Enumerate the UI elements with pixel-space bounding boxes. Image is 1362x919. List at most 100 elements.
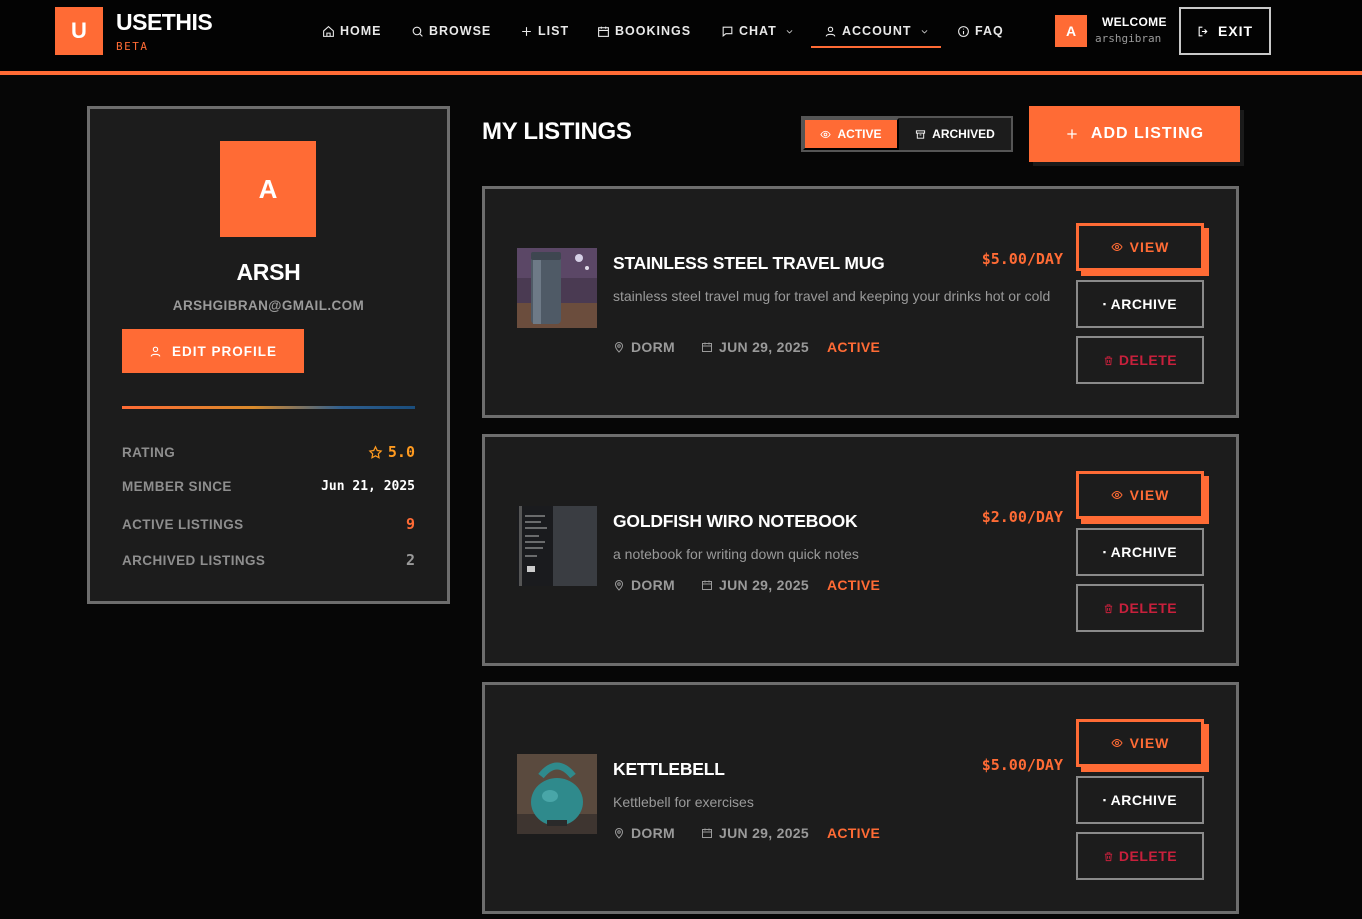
- user-icon: [150, 346, 161, 357]
- nav-browse[interactable]: BROWSE: [411, 0, 491, 62]
- username-text: arshgibran: [1095, 32, 1162, 45]
- nav-home[interactable]: HOME: [322, 0, 382, 62]
- delete-button[interactable]: DELETE: [1076, 832, 1204, 880]
- listing-meta: DORM JUN 29, 2025 ACTIVE: [613, 825, 880, 841]
- listing-thumbnail[interactable]: [517, 754, 597, 834]
- listing-date: JUN 29, 2025: [718, 577, 809, 593]
- map-pin-icon: [614, 580, 624, 591]
- archive-button[interactable]: ▪ ARCHIVE: [1076, 528, 1204, 576]
- eye-icon: [820, 130, 832, 138]
- top-navigation-bar: U USETHIS BETA HOME BROWSE LIST BOOKINGS…: [0, 0, 1362, 72]
- listing-price: $2.00/DAY: [981, 508, 1063, 526]
- listing-status: ACTIVE: [826, 825, 881, 841]
- listing-filter-toggle: ACTIVE ARCHIVED: [801, 116, 1013, 152]
- listing-status: ACTIVE: [826, 577, 881, 593]
- logo-mark[interactable]: U: [55, 7, 103, 55]
- nav-list-label: LIST: [538, 24, 570, 38]
- map-pin-icon: [614, 342, 624, 353]
- listing-thumbnail[interactable]: [517, 506, 597, 586]
- listing-status: ACTIVE: [826, 339, 881, 355]
- nav-bookings[interactable]: BOOKINGS: [597, 0, 691, 62]
- listing-description: Kettlebell for exercises: [613, 794, 754, 810]
- listing-price: $5.00/DAY: [981, 250, 1063, 268]
- nav-faq[interactable]: FAQ: [957, 0, 1004, 62]
- view-label: VIEW: [1129, 487, 1170, 503]
- user-icon: [825, 26, 836, 37]
- header-accent-line: [0, 71, 1362, 75]
- info-icon: [958, 25, 969, 37]
- delete-button[interactable]: DELETE: [1076, 584, 1204, 632]
- delete-button[interactable]: DELETE: [1076, 336, 1204, 384]
- kettlebell-photo: [517, 754, 597, 834]
- nav-bookings-label: BOOKINGS: [615, 24, 692, 38]
- welcome-text: WELCOME: [1102, 15, 1167, 29]
- filter-active-label: ACTIVE: [837, 127, 882, 141]
- calendar-icon: [598, 26, 609, 37]
- stat-member-since: MEMBER SINCE Jun 21, 2025: [122, 479, 415, 494]
- exit-label: EXIT: [1217, 23, 1254, 39]
- nav-account[interactable]: ACCOUNT: [811, 0, 941, 62]
- archive-button[interactable]: ▪ ARCHIVE: [1076, 280, 1204, 328]
- archive-button[interactable]: ▪ ARCHIVE: [1076, 776, 1204, 824]
- star-icon: [368, 444, 383, 459]
- eye-icon: [1111, 242, 1123, 252]
- archive-label: ARCHIVE: [1110, 544, 1178, 560]
- brand-name[interactable]: USETHIS: [116, 9, 213, 36]
- nav-home-label: HOME: [340, 24, 382, 38]
- stat-label: ARCHIVED LISTINGS: [122, 552, 266, 568]
- nav-chat[interactable]: CHAT: [721, 0, 794, 62]
- listing-description: stainless steel travel mug for travel an…: [613, 288, 1051, 304]
- stat-value: 5.0: [368, 443, 415, 461]
- profile-card: A ARSH ARSHGIBRAN@GMAIL.COM EDIT PROFILE…: [87, 106, 450, 604]
- stat-archived-listings: ARCHIVED LISTINGS 2: [122, 551, 415, 569]
- filter-active-button[interactable]: ACTIVE: [803, 118, 899, 150]
- view-button[interactable]: VIEW: [1076, 223, 1204, 271]
- archive-label: ARCHIVE: [1110, 792, 1178, 808]
- stat-value: 2: [405, 551, 415, 569]
- archive-icon: ▪: [1102, 547, 1107, 557]
- calendar-icon: [701, 828, 712, 838]
- stat-label: MEMBER SINCE: [122, 479, 232, 494]
- trash-icon: [1104, 603, 1113, 613]
- delete-label: DELETE: [1118, 352, 1178, 368]
- profile-email: ARSHGIBRAN@GMAIL.COM: [172, 298, 365, 313]
- listing-meta: DORM JUN 29, 2025 ACTIVE: [613, 577, 880, 593]
- listing-thumbnail[interactable]: [517, 248, 597, 328]
- filter-archived-button[interactable]: ARCHIVED: [899, 118, 1011, 150]
- calendar-icon: [701, 342, 712, 352]
- view-button[interactable]: VIEW: [1076, 719, 1204, 767]
- profile-name: ARSH: [236, 259, 301, 285]
- listing-title[interactable]: KETTLEBELL: [613, 759, 725, 780]
- exit-button[interactable]: EXIT: [1179, 7, 1271, 55]
- home-icon: [323, 25, 334, 37]
- add-listing-button[interactable]: ADD LISTING: [1029, 106, 1240, 162]
- view-button[interactable]: VIEW: [1076, 471, 1204, 519]
- listing-price: $5.00/DAY: [981, 756, 1063, 774]
- archive-box-icon: [916, 129, 926, 139]
- nav-account-label: ACCOUNT: [842, 24, 912, 38]
- listing-meta: DORM JUN 29, 2025 ACTIVE: [613, 339, 880, 355]
- chevron-down-icon: [921, 29, 927, 34]
- nav-chat-label: CHAT: [739, 24, 777, 38]
- listing-location: DORM: [631, 339, 675, 355]
- listing-card: KETTLEBELL Kettlebell for exercises DORM…: [482, 682, 1239, 914]
- listing-location: DORM: [631, 825, 675, 841]
- filter-archived-label: ARCHIVED: [932, 127, 995, 141]
- listing-title[interactable]: GOLDFISH WIRO NOTEBOOK: [613, 511, 858, 532]
- nav-faq-label: FAQ: [975, 24, 1004, 38]
- stat-value: Jun 21, 2025: [321, 479, 415, 494]
- edit-profile-button[interactable]: EDIT PROFILE: [122, 329, 304, 373]
- nav-list[interactable]: LIST: [520, 0, 569, 62]
- user-avatar[interactable]: A: [1055, 15, 1087, 47]
- delete-label: DELETE: [1118, 848, 1178, 864]
- calendar-icon: [701, 580, 712, 590]
- stat-active-listings: ACTIVE LISTINGS 9: [122, 515, 415, 533]
- listing-title[interactable]: STAINLESS STEEL TRAVEL MUG: [613, 253, 885, 274]
- trash-icon: [1104, 355, 1113, 365]
- map-pin-icon: [614, 828, 624, 839]
- edit-profile-label: EDIT PROFILE: [171, 343, 277, 359]
- listing-card: GOLDFISH WIRO NOTEBOOK a notebook for wr…: [482, 434, 1239, 666]
- nav-browse-label: BROWSE: [429, 24, 492, 38]
- view-label: VIEW: [1129, 239, 1170, 255]
- view-label: VIEW: [1129, 735, 1170, 751]
